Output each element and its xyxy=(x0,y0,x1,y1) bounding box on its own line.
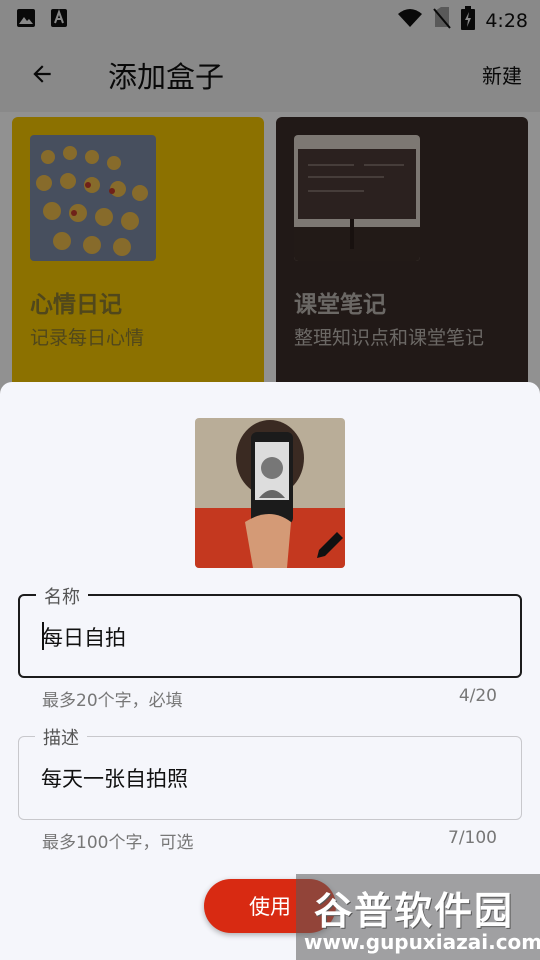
watermark-url: www.gupuxiazai.com xyxy=(304,930,540,954)
name-field-value: 每日自拍 xyxy=(42,626,126,650)
name-field[interactable]: 名称 每日自拍 xyxy=(18,583,522,678)
watermark: 谷普软件园 www.gupuxiazai.com xyxy=(296,874,540,960)
description-helper-text: 最多100个字，可选 xyxy=(42,833,194,853)
name-char-counter: 4/20 xyxy=(458,686,497,706)
watermark-text: 谷普软件园 xyxy=(314,889,515,933)
description-field-value: 每天一张自拍照 xyxy=(41,767,188,791)
description-char-counter: 7/100 xyxy=(448,828,497,848)
description-field-label: 描述 xyxy=(35,724,87,750)
description-field[interactable]: 描述 每天一张自拍照 xyxy=(18,724,522,820)
name-field-label: 名称 xyxy=(36,583,88,609)
text-cursor xyxy=(42,622,44,650)
cover-image[interactable] xyxy=(195,418,345,568)
name-helper-text: 最多20个字，必填 xyxy=(42,691,183,711)
